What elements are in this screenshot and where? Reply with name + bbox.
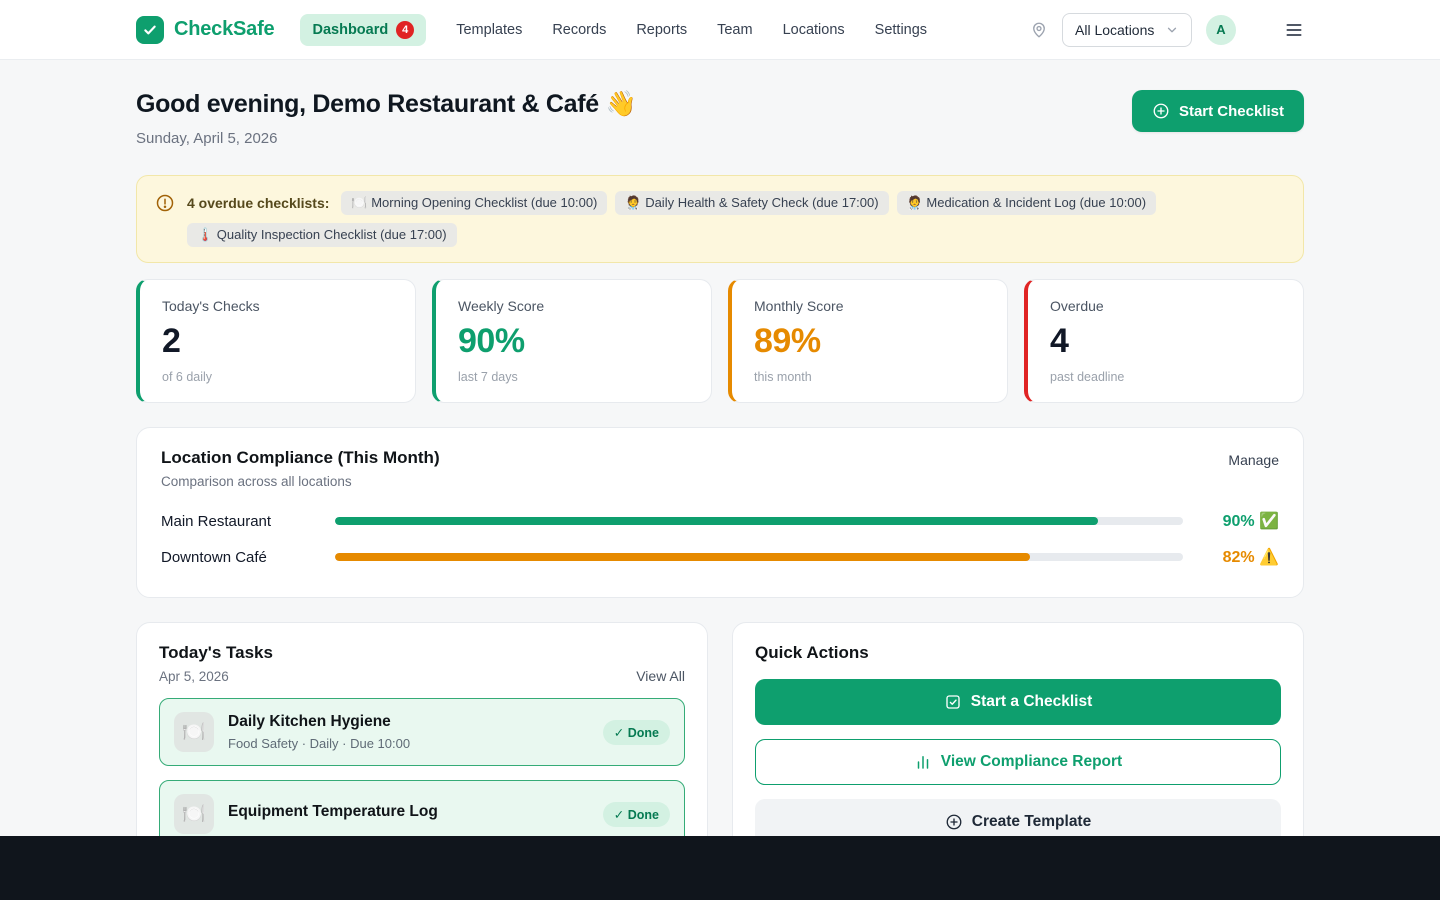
stat-label: Weekly Score [458,298,689,314]
location-selector-value: All Locations [1075,22,1154,38]
app-header: CheckSafe Dashboard 4 Templates Records … [0,0,1440,60]
page-title: Good evening, Demo Restaurant & Café 👋 [136,90,636,119]
overdue-alert-banner: 4 overdue checklists: 🍽️ Morning Opening… [136,175,1304,263]
view-all-link[interactable]: View All [636,668,685,684]
overdue-alert-title: 4 overdue checklists: [187,195,329,211]
progress-bar [335,553,1183,561]
status-emoji: ⚠️ [1259,549,1279,566]
tasks-title: Today's Tasks [159,643,273,663]
create-template-label: Create Template [972,813,1091,831]
progress-bar [335,517,1183,525]
stats-row: Today's Checks 2 of 6 daily Weekly Score… [136,279,1304,403]
nav-team[interactable]: Team [717,22,752,38]
progress-bar-fill [335,517,1098,525]
done-badge: ✓ Done [603,720,670,745]
compliance-title: Location Compliance (This Month) [161,448,440,468]
location-name: Downtown Café [161,549,319,566]
compliance-subtitle: Comparison across all locations [161,474,440,489]
nav-settings[interactable]: Settings [875,22,927,38]
location-compliance-panel: Location Compliance (This Month) Compari… [136,427,1304,598]
stat-label: Overdue [1050,298,1281,314]
compliance-row-downtown-cafe: Downtown Café 82% ⚠️ [161,539,1279,575]
brand-logo[interactable]: CheckSafe [136,16,274,44]
progress-bar-fill [335,553,1030,561]
compliance-percentage: 82% ⚠️ [1199,547,1279,567]
start-checklist-label: Start Checklist [1179,103,1284,120]
status-emoji: ✅ [1259,513,1279,530]
check-icon [136,16,164,44]
stat-value: 90% [458,322,689,361]
task-meta: Food Safety · Daily · Due 10:00 [228,736,410,751]
plus-circle-icon [945,813,963,831]
stat-subtext: this month [754,370,985,384]
stat-subtext: of 6 daily [162,370,393,384]
start-a-checklist-label: Start a Checklist [971,693,1092,711]
done-badge: ✓ Done [603,802,670,827]
view-compliance-report-label: View Compliance Report [941,753,1122,771]
nav-reports[interactable]: Reports [636,22,687,38]
stat-weekly-score: Weekly Score 90% last 7 days [432,279,712,403]
stat-overdue: Overdue 4 past deadline [1024,279,1304,403]
tasks-date: Apr 5, 2026 [159,669,273,684]
overdue-count-badge: 4 [396,21,414,39]
quick-actions-title: Quick Actions [755,643,1281,663]
chevron-down-icon [1165,23,1179,37]
task-title: Daily Kitchen Hygiene [228,713,410,731]
brand-name: CheckSafe [174,18,274,41]
plus-circle-icon [1152,102,1170,120]
task-title: Equipment Temperature Log [228,803,438,821]
task-emoji-icon: 🍽️ [174,712,214,752]
stat-subtext: past deadline [1050,370,1281,384]
current-date: Sunday, April 5, 2026 [136,130,636,147]
nav-dashboard-label: Dashboard [312,22,388,38]
location-selector[interactable]: All Locations [1062,13,1192,47]
compliance-percentage: 90% ✅ [1199,511,1279,531]
location-name: Main Restaurant [161,513,319,530]
avatar[interactable]: A [1206,15,1236,45]
footer [0,836,1440,900]
nav-templates[interactable]: Templates [456,22,522,38]
main-nav: Dashboard 4 Templates Records Reports Te… [300,14,927,46]
stat-todays-checks: Today's Checks 2 of 6 daily [136,279,416,403]
manage-link[interactable]: Manage [1228,452,1279,468]
nav-locations[interactable]: Locations [783,22,845,38]
task-emoji-icon: 🍽️ [174,794,214,834]
stat-value: 2 [162,322,393,361]
checkbox-check-icon [944,693,962,711]
overdue-chip[interactable]: 🧑‍⚕️ Daily Health & Safety Check (due 17… [615,191,888,215]
menu-icon[interactable] [1284,20,1304,40]
stat-value: 89% [754,322,985,361]
location-pin-icon [1030,21,1048,39]
todays-tasks-panel: Today's Tasks Apr 5, 2026 View All 🍽️ Da… [136,622,708,869]
view-compliance-report-button[interactable]: View Compliance Report [755,739,1281,785]
start-checklist-button[interactable]: Start Checklist [1132,90,1304,132]
stat-subtext: last 7 days [458,370,689,384]
stat-label: Today's Checks [162,298,393,314]
stat-monthly-score: Monthly Score 89% this month [728,279,1008,403]
stat-label: Monthly Score [754,298,985,314]
alert-circle-icon [155,193,175,213]
start-a-checklist-button[interactable]: Start a Checklist [755,679,1281,725]
task-item-daily-kitchen-hygiene[interactable]: 🍽️ Daily Kitchen Hygiene Food Safety · D… [159,698,685,766]
overdue-chip[interactable]: 🧑‍⚕️ Medication & Incident Log (due 10:0… [897,191,1157,215]
quick-actions-panel: Quick Actions Start a Checklist View Com… [732,622,1304,869]
compliance-row-main-restaurant: Main Restaurant 90% ✅ [161,503,1279,539]
overdue-chip[interactable]: 🌡️ Quality Inspection Checklist (due 17:… [187,223,457,247]
bar-chart-icon [914,753,932,771]
stat-value: 4 [1050,322,1281,361]
overdue-chip[interactable]: 🍽️ Morning Opening Checklist (due 10:00) [341,191,607,215]
nav-dashboard[interactable]: Dashboard 4 [300,14,426,46]
nav-records[interactable]: Records [552,22,606,38]
